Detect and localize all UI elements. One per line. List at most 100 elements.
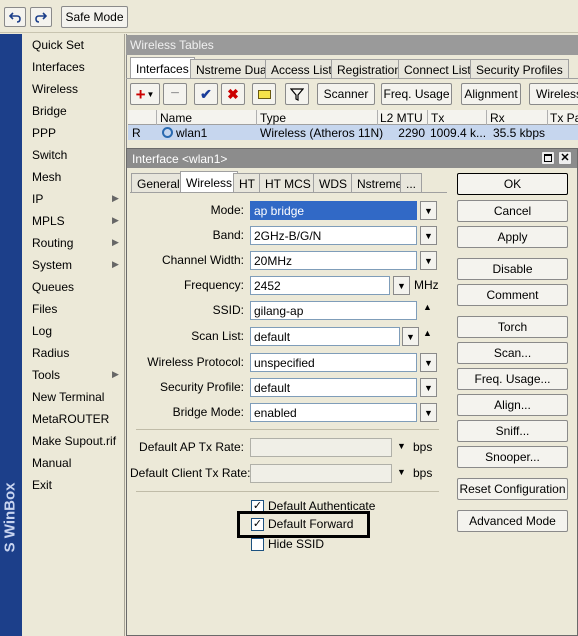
comment-button[interactable] xyxy=(252,83,276,105)
wireless-protocol-label: Wireless Protocol: xyxy=(147,355,244,369)
sidebar-item-new-terminal[interactable]: New Terminal xyxy=(32,390,104,404)
tab-wireless[interactable]: Wireless xyxy=(180,171,239,193)
col-l2mtu[interactable]: L2 MTU xyxy=(380,111,423,125)
disable-interface-button[interactable]: Disable xyxy=(457,258,568,280)
reset-configuration-button[interactable]: Reset Configuration xyxy=(457,478,568,500)
hide-ssid-checkbox[interactable] xyxy=(251,538,264,551)
col-tx[interactable]: Tx xyxy=(431,111,444,125)
sidebar-item-quick-set[interactable]: Quick Set xyxy=(32,38,84,52)
sniff-button[interactable]: Sniff... xyxy=(457,420,568,442)
advanced-mode-button[interactable]: Advanced Mode xyxy=(457,510,568,532)
frequency-label: Frequency: xyxy=(183,278,244,292)
default-client-tx-rate-input[interactable] xyxy=(250,464,392,483)
sidebar-item-tools[interactable]: Tools xyxy=(32,368,60,382)
mode-select[interactable]: ap bridge xyxy=(250,201,417,220)
chevron-down-icon: ▼ xyxy=(424,382,433,393)
sidebar-item-queues[interactable]: Queues xyxy=(32,280,74,294)
cancel-button[interactable]: Cancel xyxy=(457,200,568,222)
redo-icon xyxy=(35,12,47,23)
submenu-arrow-icon: ▶ xyxy=(112,259,119,269)
expand-down-icon[interactable]: ▼ xyxy=(397,441,406,451)
tab-more[interactable]: ... xyxy=(400,173,423,193)
ssid-input[interactable]: gilang-ap xyxy=(250,301,417,320)
sidebar-item-metarouter[interactable]: MetaROUTER xyxy=(32,412,109,426)
filter-button[interactable] xyxy=(285,83,309,105)
tab-connect-list[interactable]: Connect List xyxy=(398,59,477,79)
sidebar-item-switch[interactable]: Switch xyxy=(32,148,67,162)
enable-button[interactable]: ✔ xyxy=(194,83,218,105)
tab-general[interactable]: General xyxy=(131,173,186,193)
collapse-up-icon[interactable]: ▲ xyxy=(423,328,432,338)
tab-wds[interactable]: WDS xyxy=(313,173,353,193)
comment-interface-button[interactable]: Comment xyxy=(457,284,568,306)
col-txpa[interactable]: Tx Pa xyxy=(550,111,578,125)
tab-interfaces[interactable]: Interfaces xyxy=(130,57,195,79)
sidebar-item-log[interactable]: Log xyxy=(32,324,52,338)
ok-button[interactable]: OK xyxy=(457,173,568,195)
wireless-protocol-dropdown[interactable]: ▼ xyxy=(420,353,437,372)
sidebar-item-mpls[interactable]: MPLS xyxy=(32,214,65,228)
tab-access-list[interactable]: Access List xyxy=(265,59,338,79)
maximize-button[interactable] xyxy=(541,151,555,165)
mode-dropdown[interactable]: ▼ xyxy=(420,201,437,220)
col-type[interactable]: Type xyxy=(260,111,286,125)
alignment-button[interactable]: Alignment xyxy=(461,83,521,105)
sidebar-item-wireless[interactable]: Wireless xyxy=(32,82,78,96)
bridge-mode-dropdown[interactable]: ▼ xyxy=(420,403,437,422)
channel-width-dropdown[interactable]: ▼ xyxy=(420,251,437,270)
sidebar-item-routing[interactable]: Routing xyxy=(32,236,73,250)
col-name[interactable]: Name xyxy=(160,111,192,125)
col-divider xyxy=(377,110,378,125)
frequency-select[interactable]: 2452 xyxy=(250,276,390,295)
redo-button[interactable] xyxy=(30,7,52,27)
expand-down-icon[interactable]: ▼ xyxy=(397,467,406,477)
sidebar-item-ppp[interactable]: PPP xyxy=(32,126,56,140)
tab-registration[interactable]: Registration xyxy=(331,59,408,79)
tab-ht-mcs[interactable]: HT MCS xyxy=(259,173,317,193)
sidebar-item-radius[interactable]: Radius xyxy=(32,346,69,360)
default-ap-tx-rate-input[interactable] xyxy=(250,438,392,457)
default-forward-checkbox[interactable]: ✓ xyxy=(251,518,264,531)
freq-usage-dialog-button[interactable]: Freq. Usage... xyxy=(457,368,568,390)
add-button[interactable]: + ▼ xyxy=(130,83,160,105)
sidebar-item-mesh[interactable]: Mesh xyxy=(32,170,61,184)
channel-width-select[interactable]: 20MHz xyxy=(250,251,417,270)
col-rx[interactable]: Rx xyxy=(490,111,505,125)
security-profile-select[interactable]: default xyxy=(250,378,417,397)
channel-width-label: Channel Width: xyxy=(161,253,244,267)
sidebar-item-make-supout-rif[interactable]: Make Supout.rif xyxy=(32,434,116,448)
scan-button[interactable]: Scan... xyxy=(457,342,568,364)
safe-mode-button[interactable]: Safe Mode xyxy=(61,6,128,28)
scanner-button[interactable]: Scanner xyxy=(317,83,375,105)
tab-ht[interactable]: HT xyxy=(233,173,261,193)
apply-button[interactable]: Apply xyxy=(457,226,568,248)
freq-usage-button[interactable]: Freq. Usage xyxy=(381,83,452,105)
align-button[interactable]: Align... xyxy=(457,394,568,416)
wireless-protocol-select[interactable]: unspecified xyxy=(250,353,417,372)
sidebar-item-bridge[interactable]: Bridge xyxy=(32,104,67,118)
tab-nstreme-dual[interactable]: Nstreme Dual xyxy=(190,59,276,79)
scan-list-select[interactable]: default xyxy=(250,327,400,346)
sidebar-item-manual[interactable]: Manual xyxy=(32,456,71,470)
sidebar-item-ip[interactable]: IP xyxy=(32,192,43,206)
bridge-mode-select[interactable]: enabled xyxy=(250,403,417,422)
frequency-dropdown[interactable]: ▼ xyxy=(393,276,410,295)
remove-button[interactable]: − xyxy=(163,83,187,105)
tab-security-profiles[interactable]: Security Profiles xyxy=(470,59,569,79)
sidebar-item-system[interactable]: System xyxy=(32,258,72,272)
sidebar-item-interfaces[interactable]: Interfaces xyxy=(32,60,85,74)
scan-list-dropdown[interactable]: ▼ xyxy=(402,327,419,346)
snooper-button[interactable]: Snooper... xyxy=(457,446,568,468)
security-profile-dropdown[interactable]: ▼ xyxy=(420,378,437,397)
band-dropdown[interactable]: ▼ xyxy=(420,226,437,245)
sidebar-item-files[interactable]: Files xyxy=(32,302,57,316)
undo-button[interactable] xyxy=(4,7,26,27)
dialog-titlebar: Interface <wlan1> xyxy=(127,149,577,168)
wireless-button[interactable]: Wireless xyxy=(529,83,578,105)
sidebar-item-exit[interactable]: Exit xyxy=(32,478,52,492)
torch-button[interactable]: Torch xyxy=(457,316,568,338)
collapse-up-icon[interactable]: ▲ xyxy=(423,302,432,312)
close-button[interactable]: ✕ xyxy=(558,151,572,165)
disable-button[interactable]: ✖ xyxy=(221,83,245,105)
band-select[interactable]: 2GHz-B/G/N xyxy=(250,226,417,245)
